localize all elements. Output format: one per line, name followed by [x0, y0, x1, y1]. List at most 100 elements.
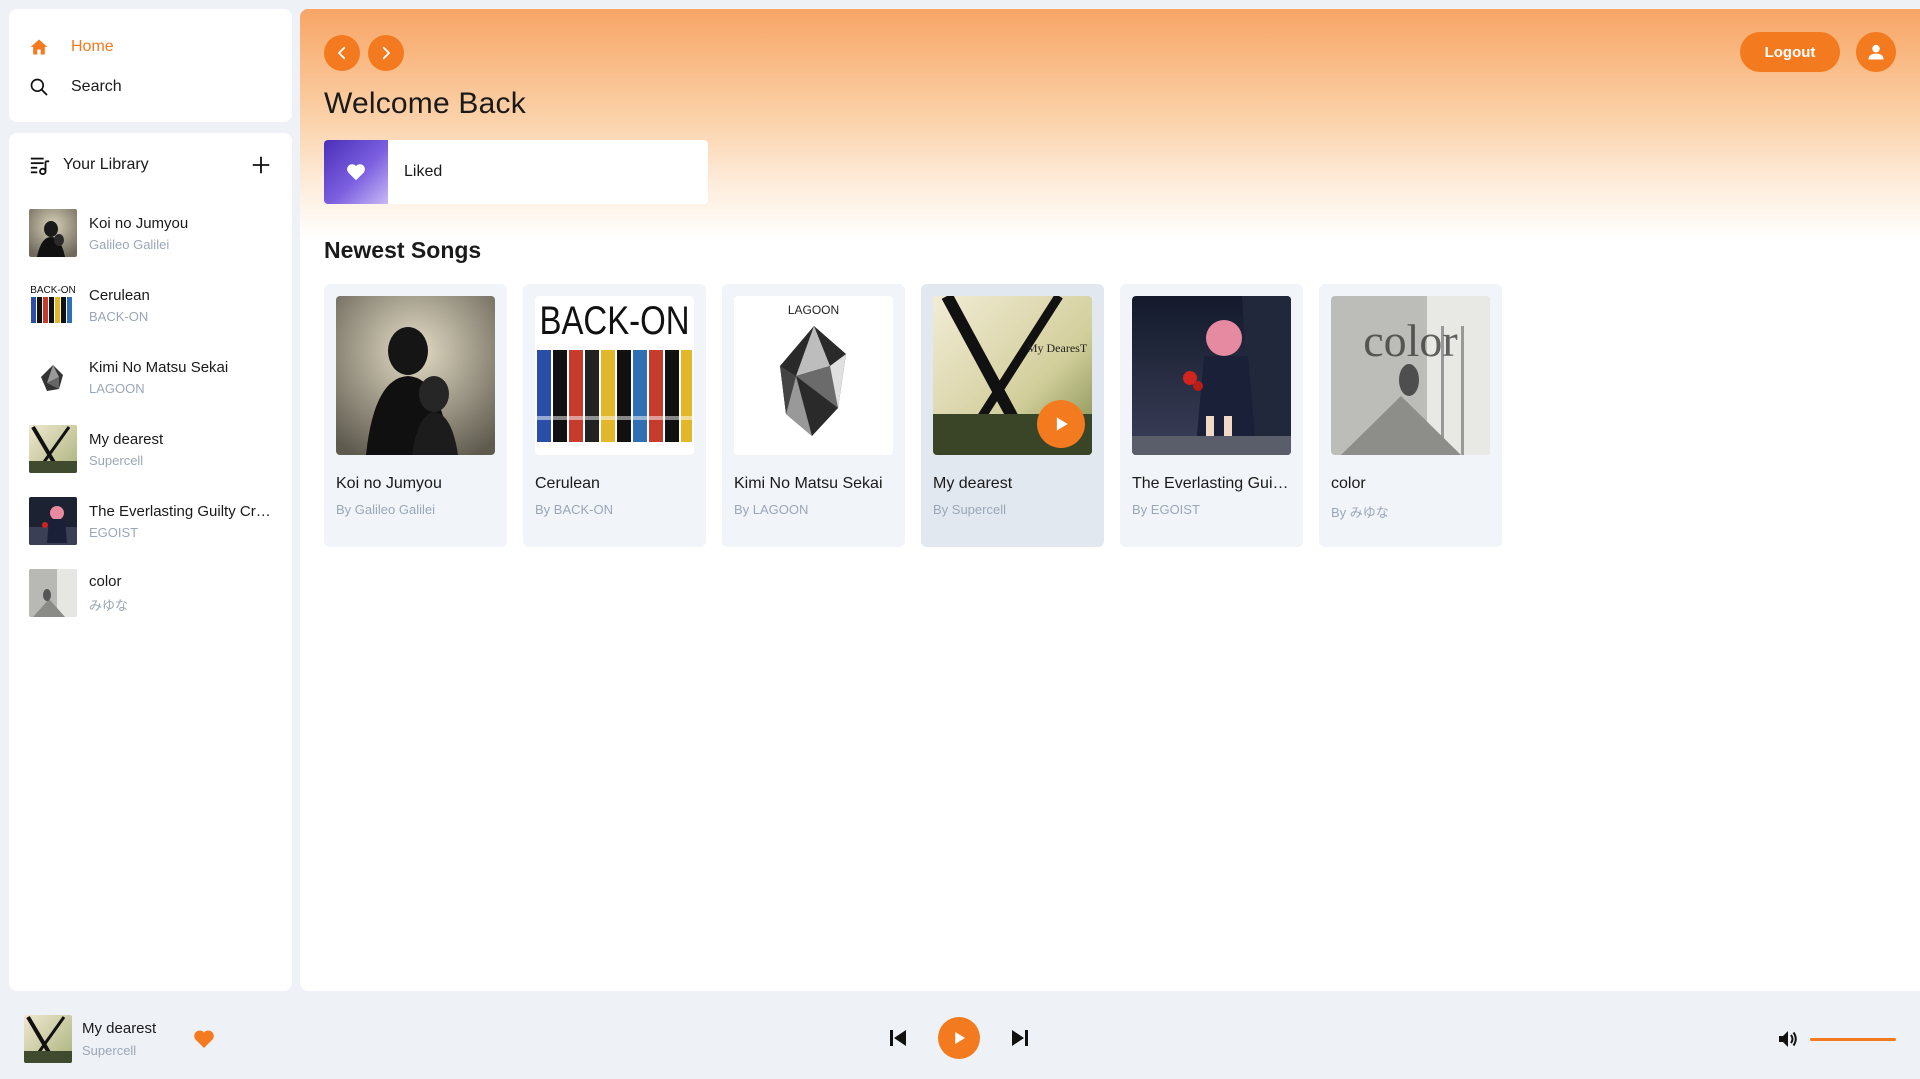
liked-label: Liked: [404, 163, 443, 180]
svg-text:BACK-ON: BACK-ON: [540, 299, 690, 343]
library-item-title: Koi no Jumyou: [89, 214, 189, 232]
header-gradient: [300, 9, 1920, 239]
song-artist: By みゆな: [1331, 505, 1389, 520]
library-item-title: Cerulean: [89, 286, 150, 304]
logout-button[interactable]: Logout: [1740, 32, 1840, 72]
library-item[interactable]: My dearest Supercell: [29, 413, 272, 485]
play-icon: [955, 1032, 965, 1044]
skip-back-icon[interactable]: [886, 1026, 910, 1050]
song-title: color: [1331, 475, 1366, 492]
account-controls: Logout: [1740, 32, 1896, 72]
library-item-artist: みゆな: [89, 597, 129, 613]
volume-slider[interactable]: [1810, 1037, 1896, 1041]
volume-control: [1776, 1027, 1896, 1051]
library-item-title: The Everlasting Guilty Crown: [89, 502, 272, 520]
song-card[interactable]: The Everlasting Guilty Crown By EGOIST: [1120, 284, 1303, 547]
search-icon: [30, 78, 48, 96]
album-art-thumb: [29, 425, 77, 473]
song-artist: By BACK-ON: [535, 502, 614, 517]
page-title: Welcome Back: [324, 87, 526, 120]
song-card[interactable]: Koi no Jumyou By Galileo Galilei: [324, 284, 507, 547]
add-icon[interactable]: [250, 154, 272, 176]
svg-text:color: color: [1363, 315, 1458, 366]
now-playing-artist: Supercell: [82, 1043, 137, 1058]
nav-search[interactable]: Search: [29, 67, 272, 107]
song-card[interactable]: color color By みゆな: [1319, 284, 1502, 547]
album-art: color: [1331, 296, 1490, 455]
now-playing-title: My dearest: [82, 1020, 157, 1037]
library-item-title: color: [89, 572, 122, 590]
main-content: Logout Welcome Back Liked Newest Songs K…: [300, 9, 1920, 991]
now-playing-art: [24, 1015, 72, 1063]
library-item-artist: EGOIST: [89, 524, 139, 540]
nav-home-label: Home: [71, 38, 114, 55]
album-art: [1132, 296, 1291, 455]
volume-slider-fill: [1810, 1037, 1896, 1041]
newest-songs-grid: Koi no Jumyou By Galileo Galilei BACK-ON…: [324, 284, 1502, 547]
card-play-button[interactable]: [1037, 400, 1085, 448]
album-art: My DearesT: [933, 296, 1092, 455]
library-panel: Your Library Koi no Jumyou Galileo Galil…: [9, 133, 292, 991]
heart-icon[interactable]: [192, 1027, 216, 1051]
forward-button[interactable]: [368, 35, 404, 71]
play-icon: [1056, 417, 1068, 431]
library-item[interactable]: BACK-ON Cerulean BACK-ON: [29, 269, 272, 341]
library-item-artist: Galileo Galilei: [89, 236, 170, 252]
library-item[interactable]: color みゆな: [29, 557, 272, 629]
nav-search-label: Search: [71, 78, 122, 95]
library-item[interactable]: Kimi No Matsu Sekai LAGOON: [29, 341, 272, 413]
album-art: BACK-ON: [535, 296, 694, 455]
song-title: Cerulean: [535, 475, 600, 492]
player-bar: My dearest Supercell: [0, 991, 1920, 1079]
album-art: [336, 296, 495, 455]
play-button[interactable]: [938, 1017, 980, 1059]
history-nav: [324, 35, 404, 71]
library-title-button[interactable]: Your Library: [29, 154, 149, 176]
album-art-thumb: BACK-ON: [29, 281, 77, 329]
volume-icon[interactable]: [1776, 1027, 1800, 1051]
library-item[interactable]: The Everlasting Guilty Crown EGOIST: [29, 485, 272, 557]
library-item[interactable]: Koi no Jumyou Galileo Galilei: [29, 197, 272, 269]
library-item-artist: LAGOON: [89, 380, 145, 396]
nav-home[interactable]: Home: [29, 27, 272, 67]
library-item-title: Kimi No Matsu Sekai: [89, 358, 229, 376]
library-item-artist: Supercell: [89, 452, 144, 468]
album-art-thumb: [29, 569, 77, 617]
album-art-thumb: [29, 353, 77, 401]
song-title: Koi no Jumyou: [336, 475, 442, 492]
now-playing: My dearest Supercell: [24, 1015, 216, 1063]
library-item-title: My dearest: [89, 430, 164, 448]
section-title-newest: Newest Songs: [324, 237, 482, 263]
liked-playlist-card[interactable]: Liked: [324, 140, 708, 204]
heart-icon: [347, 164, 365, 181]
album-art: LAGOON: [734, 296, 893, 455]
profile-button[interactable]: [1856, 32, 1896, 72]
song-card[interactable]: LAGOON Kimi No Matsu Sekai By LAGOON: [722, 284, 905, 547]
library-item-artist: BACK-ON: [89, 308, 149, 324]
chevron-left-icon: [338, 46, 346, 60]
playback-controls: [886, 1017, 1032, 1059]
back-button[interactable]: [324, 35, 360, 71]
song-artist: By Supercell: [933, 502, 1006, 517]
library-header: Your Library: [29, 147, 272, 183]
home-icon: [30, 39, 48, 55]
song-artist: By LAGOON: [734, 502, 809, 517]
sidebar-nav: Home Search: [9, 9, 292, 122]
skip-forward-icon[interactable]: [1008, 1026, 1032, 1050]
liked-art: [324, 140, 388, 204]
song-card[interactable]: BACK-ON Cerulean By BACK-ON: [523, 284, 706, 547]
library-icon: [30, 157, 50, 176]
song-title: My dearest: [933, 475, 1013, 492]
album-art-thumb: [29, 497, 77, 545]
album-art-thumb: [29, 209, 77, 257]
svg-text:My DearesT: My DearesT: [1027, 341, 1088, 355]
chevron-right-icon: [382, 46, 390, 60]
song-title: The Everlasting Guilty Crown: [1132, 475, 1291, 492]
song-artist: By EGOIST: [1132, 502, 1200, 517]
song-title: Kimi No Matsu Sekai: [734, 475, 883, 492]
svg-text:LAGOON: LAGOON: [788, 303, 839, 317]
library-title: Your Library: [63, 156, 149, 173]
song-card[interactable]: My DearesT My dearest By Supercell: [921, 284, 1104, 547]
user-icon: [1868, 44, 1884, 60]
svg-text:BACK-ON: BACK-ON: [30, 285, 76, 296]
